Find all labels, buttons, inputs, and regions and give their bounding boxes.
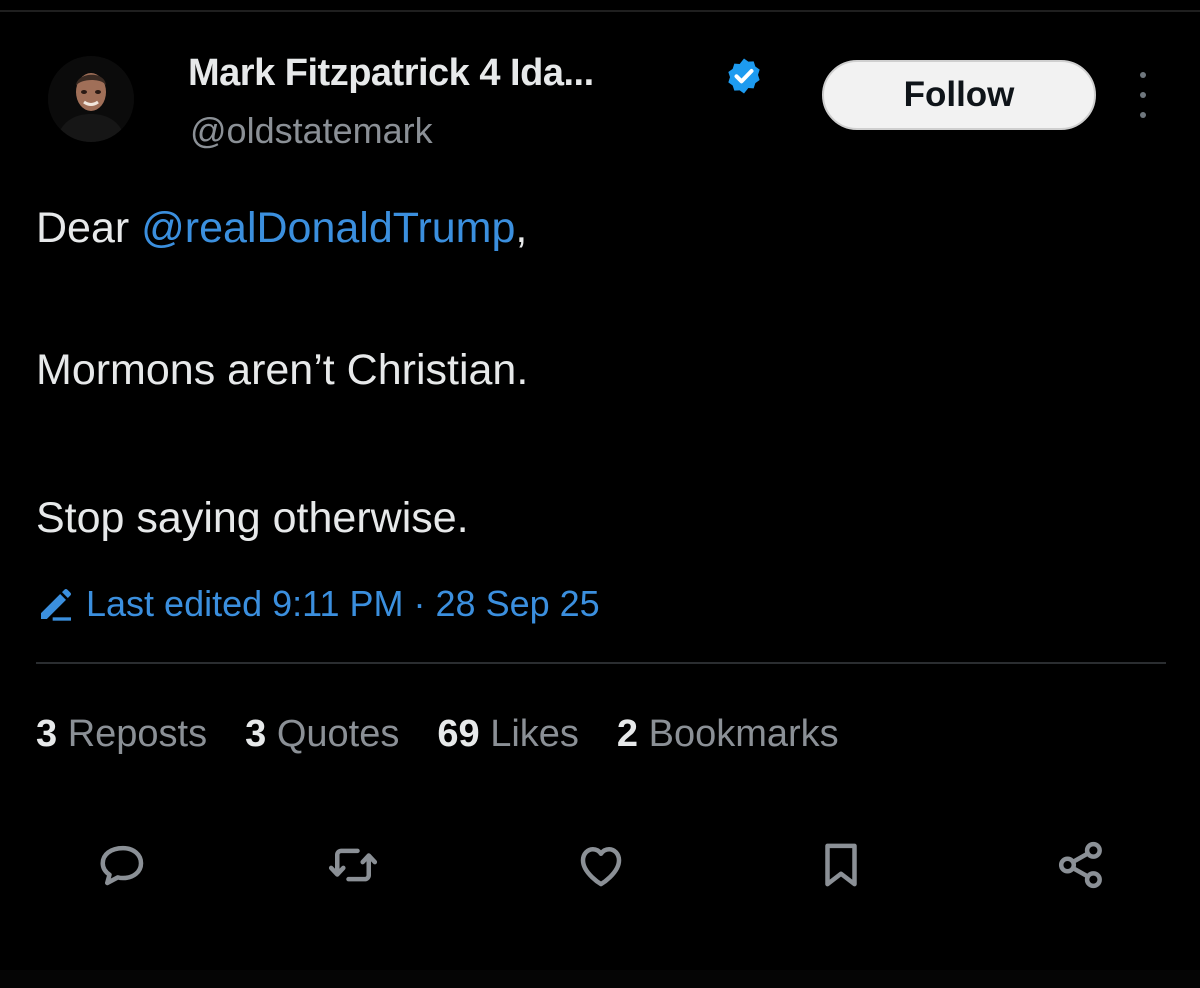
- edit-pencil-icon: [41, 589, 71, 621]
- stat-label: Bookmarks: [648, 712, 839, 755]
- repost-icon: [328, 848, 378, 882]
- stat-count: 69: [437, 712, 480, 755]
- tweet-text-line: Stop saying otherwise.: [36, 494, 469, 542]
- share-button[interactable]: [1046, 830, 1116, 900]
- author-display-name[interactable]: Mark Fitzpatrick 4 Ida...: [188, 52, 594, 95]
- engagement-stats: 3 Reposts 3 Quotes 69 Likes 2 Bookmarks: [36, 708, 877, 760]
- verified-badge-icon: [728, 58, 760, 94]
- stat-label: Reposts: [67, 712, 208, 755]
- avatar[interactable]: [48, 56, 134, 142]
- tweet-text-line: Dear @realDonaldTrump,: [36, 204, 527, 253]
- reply-button[interactable]: [88, 830, 158, 900]
- more-dot: [1140, 92, 1146, 98]
- author-handle[interactable]: @oldstatemark: [190, 110, 433, 152]
- action-bar: [0, 830, 1200, 910]
- share-icon: [1058, 841, 1102, 889]
- stat-count: 3: [36, 712, 58, 755]
- stat-count: 2: [616, 712, 639, 755]
- repost-button[interactable]: [318, 830, 388, 900]
- tweet-text-line: Mormons aren’t Christian.: [36, 346, 529, 394]
- stat-count: 3: [245, 712, 267, 755]
- stats-divider: [36, 662, 1166, 664]
- stat-label: Quotes: [276, 712, 400, 755]
- bookmark-icon: [825, 843, 857, 887]
- likes-stat[interactable]: 69 Likes: [437, 713, 579, 756]
- like-icon: [580, 847, 622, 887]
- stat-label: Likes: [490, 712, 579, 755]
- like-button[interactable]: [566, 830, 636, 900]
- quotes-stat[interactable]: 3 Quotes: [245, 713, 399, 756]
- tweet-header: Mark Fitzpatrick 4 Ida... @oldstatemark …: [0, 0, 1200, 180]
- avatar-image: [48, 56, 134, 142]
- tweet-text-suffix: ,: [515, 204, 528, 252]
- more-dot: [1140, 112, 1146, 118]
- reposts-stat[interactable]: 3 Reposts: [36, 713, 207, 756]
- follow-button[interactable]: Follow: [822, 60, 1096, 130]
- edit-history-link[interactable]: Last edited 9:11 PM · 28 Sep 25: [36, 580, 600, 628]
- bookmark-button[interactable]: [806, 830, 876, 900]
- more-dot: [1140, 72, 1146, 78]
- bookmarks-stat[interactable]: 2 Bookmarks: [617, 713, 839, 756]
- reply-icon: [100, 845, 144, 886]
- edited-timestamp: Last edited 9:11 PM · 28 Sep 25: [86, 583, 600, 624]
- tweet-text-prefix: Dear: [36, 204, 142, 252]
- mention-link[interactable]: @realDonaldTrump: [141, 204, 515, 252]
- more-options-icon[interactable]: [1128, 72, 1158, 118]
- next-tweet-peek: [0, 970, 1200, 988]
